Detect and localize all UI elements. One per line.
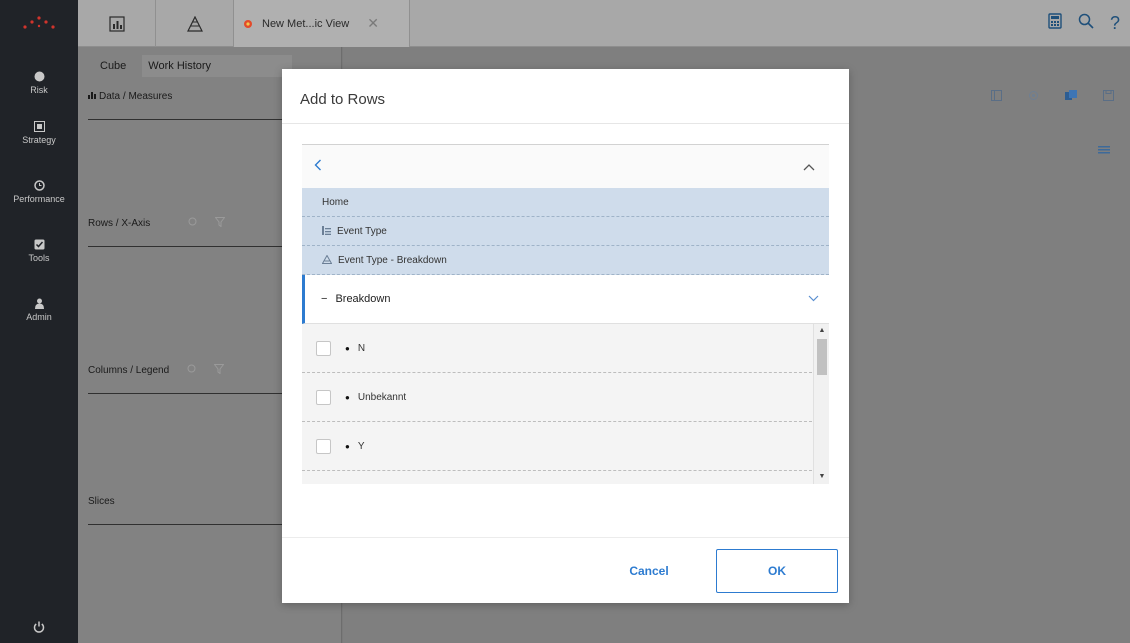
list-item[interactable]: ● N: [302, 324, 812, 373]
view-toolbar: [991, 90, 1114, 104]
ok-button[interactable]: OK: [716, 549, 838, 593]
section-label: Slices: [88, 495, 115, 507]
section-label: Columns / Legend: [88, 364, 170, 376]
dashboard-tab[interactable]: [78, 0, 156, 47]
app-logo[interactable]: [0, 0, 78, 47]
sort-icon[interactable]: [187, 364, 196, 377]
divider: [282, 537, 849, 538]
cube-select[interactable]: Work History: [142, 55, 293, 77]
scrollbar[interactable]: ▲ ▼: [813, 324, 829, 484]
power-button[interactable]: [0, 621, 78, 633]
nav-item-performance[interactable]: Performance: [0, 165, 78, 224]
nav-item-label: Strategy: [22, 135, 56, 145]
bullet-icon: ●: [345, 392, 350, 402]
dash-icon: −: [321, 293, 328, 305]
help-icon[interactable]: ?: [1110, 13, 1120, 34]
nav-item-label: Risk: [30, 85, 48, 95]
save-icon[interactable]: [1103, 90, 1114, 104]
member-checkbox[interactable]: [316, 340, 331, 356]
nav-item-admin[interactable]: Admin: [0, 283, 78, 342]
bullet-icon: ●: [345, 343, 350, 353]
calculator-icon[interactable]: [1048, 13, 1062, 34]
performance-icon: [33, 179, 45, 191]
section-label: Rows / X-Axis: [88, 217, 151, 229]
top-bar: New Met...ic View ✕ ?: [78, 0, 1130, 47]
nav-item-label: Performance: [13, 194, 65, 204]
breadcrumb-event-type-breakdown[interactable]: Event Type - Breakdown: [302, 246, 829, 275]
breadcrumb-label: Home: [322, 196, 349, 208]
tree-nav-bar: [302, 144, 829, 188]
export-icon[interactable]: [1065, 90, 1077, 104]
member-checkbox[interactable]: [316, 389, 331, 405]
dimension-tree: Home Event Type Event Type - Breakdown −…: [302, 144, 829, 484]
member-checkbox[interactable]: [316, 438, 331, 454]
back-chevron-icon[interactable]: [314, 159, 322, 174]
scrollbar-thumb[interactable]: [817, 339, 827, 375]
bar-chart-icon: [88, 91, 96, 102]
list-view-icon[interactable]: [1098, 145, 1110, 157]
tools-icon: [33, 238, 45, 250]
hierarchy-tab[interactable]: [156, 0, 234, 47]
chevron-down-icon[interactable]: [808, 293, 819, 305]
add-to-rows-dialog: Add to Rows Home Event Type Event Type -…: [282, 69, 849, 603]
breadcrumb-home[interactable]: Home: [302, 188, 829, 217]
cancel-button[interactable]: Cancel: [604, 549, 694, 593]
dashboard-icon: [108, 15, 125, 32]
scroll-up-arrow-icon[interactable]: ▲: [814, 324, 829, 338]
member-label: Unbekannt: [357, 391, 407, 403]
search-icon[interactable]: [1078, 13, 1094, 34]
nav-item-tools[interactable]: Tools: [0, 224, 78, 283]
power-icon: [33, 621, 45, 633]
metric-view-icon: [244, 19, 252, 28]
collapse-chevron-icon[interactable]: [803, 160, 815, 174]
settings-icon[interactable]: [1028, 90, 1039, 104]
breadcrumb-label: Event Type: [337, 225, 387, 237]
member-list[interactable]: ● N ● Unbekannt ● Y ▲ ▼: [302, 324, 829, 484]
level-icon: [321, 253, 333, 266]
strategy-icon: [33, 120, 45, 132]
filter-icon[interactable]: [213, 363, 225, 377]
tab-metric-view[interactable]: New Met...ic View ✕: [234, 0, 410, 47]
nav-item-risk[interactable]: Risk: [0, 47, 78, 106]
current-level-breakdown[interactable]: − Breakdown: [302, 275, 829, 324]
breadcrumb-event-type[interactable]: Event Type: [302, 217, 829, 246]
close-icon[interactable]: ✕: [367, 15, 379, 32]
tab-label: New Met...ic View: [262, 17, 350, 30]
divider: [282, 123, 849, 124]
nav-item-label: Tools: [28, 253, 50, 263]
section-label: Data / Measures: [99, 90, 173, 102]
cube-value: Work History: [148, 60, 212, 72]
scroll-down-arrow-icon[interactable]: ▼: [814, 470, 829, 484]
hierarchy-icon: [322, 225, 331, 237]
list-item[interactable]: ● Unbekannt: [302, 373, 812, 422]
risk-icon: [33, 70, 45, 82]
admin-icon: [33, 297, 45, 309]
dialog-title: Add to Rows: [300, 91, 386, 108]
left-nav: Risk Strategy Performance Tools Admin: [0, 0, 78, 643]
member-label: Y: [357, 440, 365, 452]
nav-item-label: Admin: [26, 312, 52, 322]
member-label: N: [357, 342, 366, 354]
bullet-icon: ●: [345, 441, 350, 451]
pyramid-icon: [186, 15, 203, 32]
top-right-toolbar: ?: [1048, 0, 1120, 47]
list-item[interactable]: ● Y: [302, 422, 812, 471]
cube-label: Cube: [100, 60, 127, 72]
breadcrumb-label: Event Type - Breakdown: [338, 254, 447, 266]
logo-dots-icon: [23, 15, 55, 29]
layout-icon[interactable]: [991, 90, 1002, 104]
level-label: Breakdown: [335, 293, 391, 305]
sort-icon[interactable]: [188, 217, 197, 230]
filter-icon[interactable]: [214, 216, 226, 230]
nav-item-strategy[interactable]: Strategy: [0, 106, 78, 165]
